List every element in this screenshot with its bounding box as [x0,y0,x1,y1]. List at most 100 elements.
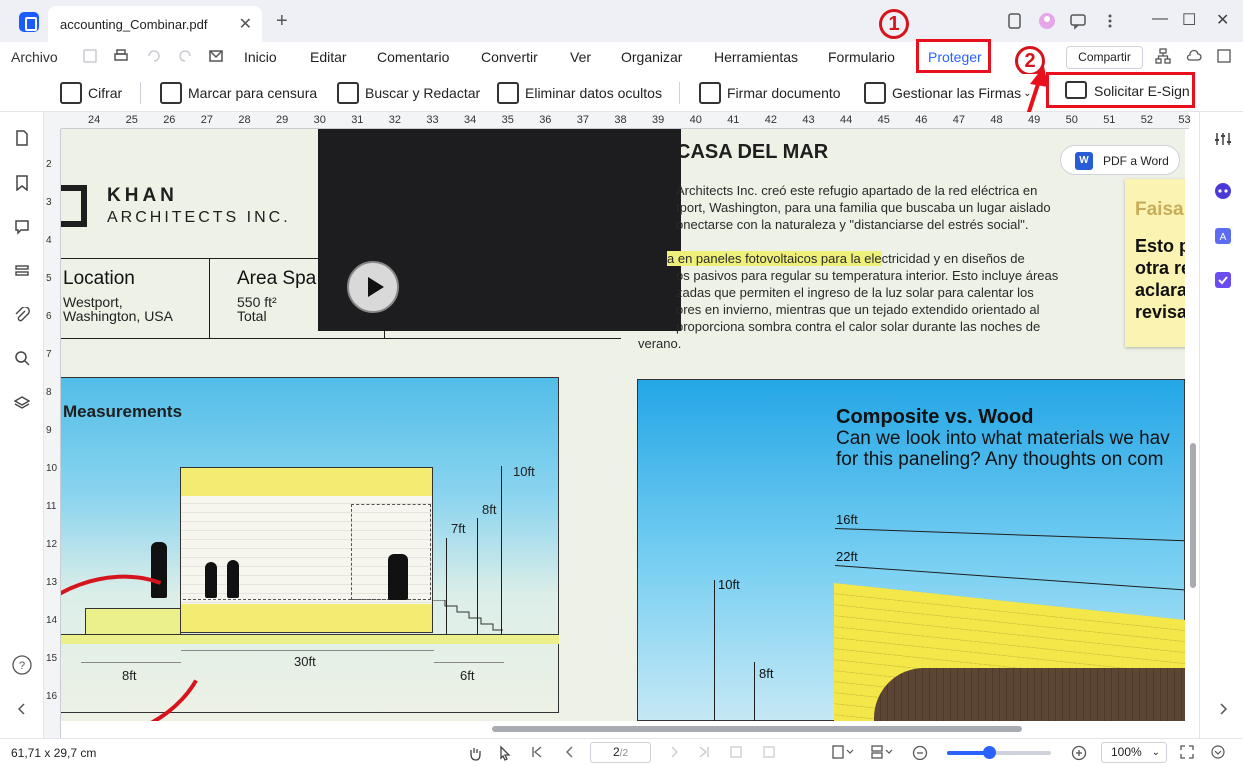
view-mode-icon[interactable] [832,745,854,759]
redo-icon[interactable] [177,48,193,64]
save-icon[interactable] [82,48,98,64]
search-icon[interactable] [14,350,30,366]
avatar-icon[interactable] [1038,12,1056,30]
last-page-icon[interactable] [697,745,711,759]
redact-icon [160,82,182,104]
menu-convertir[interactable]: Convertir [481,49,538,65]
menu-ver[interactable]: Ver [570,49,591,65]
workflow-icon[interactable] [1155,48,1171,64]
attachment-icon[interactable] [14,307,30,323]
bookmark-icon[interactable] [14,175,30,191]
ruler-tick-label: 11 [46,501,57,512]
sign-document-button[interactable]: Firmar documento [699,79,841,107]
ruler-tick-label: 3 [46,197,52,208]
menu-archivo[interactable]: Archivo [11,49,58,65]
signature-icon [699,82,721,104]
fit-width-icon[interactable] [762,745,776,759]
next-page-icon[interactable] [667,745,681,759]
vertical-scrollbar-thumb[interactable] [1190,443,1196,588]
undo-icon[interactable] [146,48,162,64]
more-icon[interactable] [1101,12,1119,30]
play-icon[interactable] [347,261,399,313]
menu-organizar[interactable]: Organizar [621,49,682,65]
zoom-slider-knob[interactable] [982,746,996,759]
zoom-out-icon[interactable] [912,745,928,761]
ruler-tick-label: 33 [426,114,439,126]
ruler-tick-label: 25 [125,114,138,126]
sign-document-label: Firmar documento [727,85,841,101]
mark-redaction-button[interactable]: Marcar para censura [160,79,317,107]
close-window-button[interactable]: ✕ [1216,10,1229,30]
sticky-note[interactable]: Faisa Esto p otra re aclara revisar [1125,179,1185,347]
horizontal-scrollbar-thumb[interactable] [492,726,1022,732]
menu-comentario[interactable]: Comentario [377,49,449,65]
menu-proteger[interactable]: Proteger [916,39,991,73]
collapse-right-icon[interactable] [1214,700,1232,718]
upload-cloud-icon[interactable] [1186,48,1202,64]
encrypt-button[interactable]: Cifrar [60,79,122,107]
more-options-icon[interactable] [1211,745,1225,759]
remove-hidden-data-button[interactable]: Eliminar datos ocultos [497,79,662,107]
status-bar: 61,71 x 29,7 cm 2/2 100% ⌄ [0,738,1243,766]
pdf-to-word-button[interactable]: W PDF a Word [1060,145,1180,175]
checklist-icon[interactable] [1214,271,1232,289]
layers-list-icon[interactable] [14,263,30,279]
page-number-input[interactable]: 2/2 [590,742,651,763]
menu-herramientas[interactable]: Herramientas [714,49,798,65]
print-icon[interactable] [113,48,129,64]
location-label: Location [63,268,135,289]
vertical-scrollbar-track[interactable] [1187,129,1199,721]
maximize-button[interactable]: ☐ [1182,10,1196,30]
comment-icon[interactable] [14,219,30,235]
comp-dim-8ft: 8ft [759,666,774,681]
help-icon[interactable]: ? [12,655,32,675]
fit-page-icon[interactable] [729,745,743,759]
layout-mode-icon[interactable] [871,745,893,759]
child-silhouette [205,562,217,598]
translate-icon[interactable]: A [1214,227,1232,245]
highlighted-text: a en paneles fotovoltaicos para la ele [667,251,882,266]
ruler-tick-label: 32 [388,114,402,126]
expand-icon[interactable] [1216,48,1232,64]
ruler-tick-label: 14 [46,615,58,626]
search-redact-button[interactable]: Buscar y Redactar [337,79,480,107]
document-tab[interactable]: accounting_Combinar.pdf ✕ [48,6,262,42]
fullscreen-icon[interactable] [1180,745,1194,759]
minimize-button[interactable]: — [1152,10,1168,28]
select-icon[interactable] [497,745,513,761]
article-para2-line5: proporciona sombra contra el calor solar… [676,319,1041,334]
menu-editar[interactable]: Editar [310,49,347,65]
tab-close-icon[interactable]: ✕ [239,14,252,34]
zoom-slider[interactable] [947,746,1051,759]
menu-inicio[interactable]: Inicio [244,49,277,65]
location-value-line1: Westport, [63,294,123,310]
hand-icon[interactable] [467,745,483,761]
menu-formulario[interactable]: Formulario [828,49,895,65]
share-button[interactable]: Compartir [1066,46,1143,69]
ai-assistant-icon[interactable] [1214,182,1232,200]
collapse-left-icon[interactable] [14,701,30,717]
new-tab-icon[interactable]: + [276,10,288,33]
properties-icon[interactable] [1214,130,1232,148]
reader-icon[interactable] [1006,12,1024,30]
embedded-video[interactable] [318,129,681,331]
layers-icon[interactable] [14,395,30,411]
document-page[interactable]: KHAN ARCHITECTS INC. Location Westport, … [61,129,1185,721]
first-page-icon[interactable] [530,745,544,759]
zoom-select[interactable]: 100% ⌄ [1101,742,1167,763]
request-esign-button[interactable]: Solicitar E-Sign [1046,72,1195,108]
remove-hidden-label: Eliminar datos ocultos [525,85,662,101]
zoom-in-icon[interactable] [1071,745,1087,761]
toolbar-divider [679,82,680,104]
dimension-line [754,662,755,721]
logo-name: KHAN [107,185,178,206]
page-thumbnails-icon[interactable] [14,130,30,146]
ruler-tick-label: 30 [313,114,326,126]
mail-icon[interactable] [208,48,224,64]
left-sidebar: ? [0,112,44,738]
ruler-tick-label: 53 [1178,114,1191,126]
title-bar: accounting_Combinar.pdf ✕ + — ☐ ✕ [0,0,1243,42]
prev-page-icon[interactable] [563,745,577,759]
feedback-icon[interactable] [1069,12,1087,30]
logo-subtitle: ARCHITECTS INC. [107,209,291,226]
